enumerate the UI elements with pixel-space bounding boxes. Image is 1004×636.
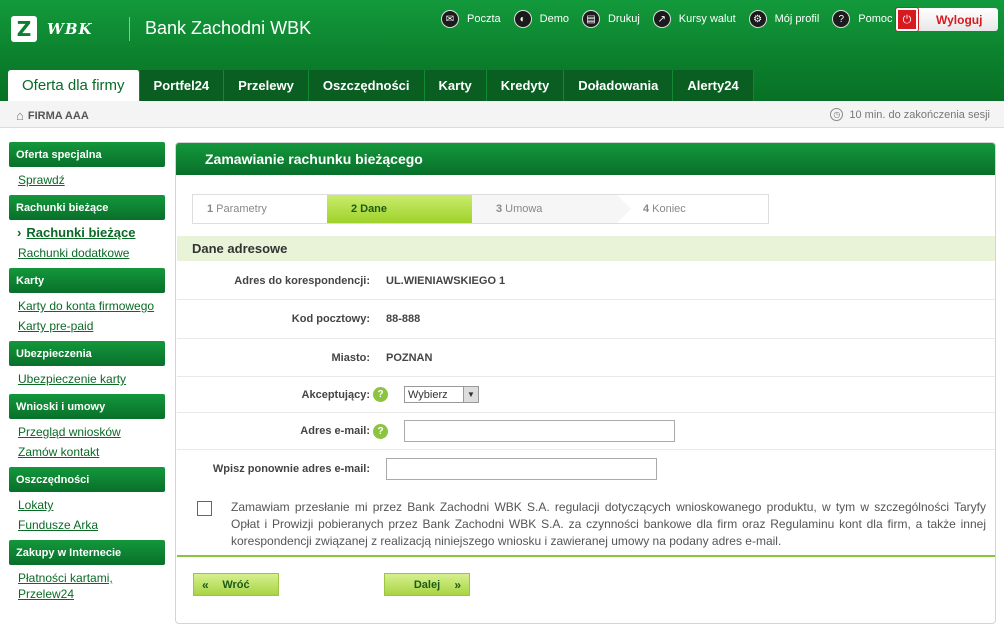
top-link-print[interactable]: ▤ Drukuj — [581, 10, 640, 28]
sidebar-item-karty-pre-paid[interactable]: Karty pre-paid — [18, 318, 165, 334]
email-repeat-label: Wpisz ponownie adres e-mail: — [212, 463, 370, 475]
accepting-label-wrap: Akceptujący: ? — [177, 387, 388, 402]
city-value: POZNAN — [386, 351, 433, 364]
header: Z WBK Bank Zachodni WBK ✉ Poczta ◐ Demo ▤ D… — [0, 0, 1004, 101]
chevron-down-icon: ▼ — [463, 387, 478, 402]
sidebar-item-rachunki-dodatkowe[interactable]: Rachunki dodatkowe — [18, 245, 165, 261]
sidebar-heading: Karty — [9, 268, 165, 293]
sidebar-item-przeglad-wnioskow[interactable]: Przegląd wniosków — [18, 424, 165, 440]
home-icon: ⌂ — [16, 108, 24, 123]
consent-section: Zamawiam przesłanie mi przez Bank Zachod… — [177, 489, 995, 557]
step-parametry: 1 Parametry — [207, 203, 267, 215]
bank-logo-icon[interactable]: Z — [11, 16, 37, 42]
chart-icon: ↗ — [652, 10, 671, 28]
postal-row: Kod pocztowy: 88-888 — [177, 300, 995, 339]
bank-name: Bank Zachodni WBK — [145, 18, 312, 38]
logo-text: WBK — [47, 20, 93, 38]
help-icon[interactable]: ? — [373, 387, 388, 402]
main-panel: Zamawianie rachunku bieżącego 1 Parametry… — [175, 142, 996, 624]
double-chevron-left-icon: « — [202, 577, 209, 592]
accepting-select[interactable]: Wybierz ▼ — [404, 386, 479, 403]
wizard-steps: 1 Parametry 2 Dane 3 Umowa 4 Koniec — [192, 194, 769, 224]
email-label-wrap: Adres e-mail: ? — [177, 423, 388, 439]
consent-checkbox[interactable] — [197, 501, 212, 516]
sidebar-item-sprawdz[interactable]: Sprawdź — [18, 172, 165, 188]
main-tabs: Oferta dla firmy Portfel24 Przelewy Oszc… — [8, 70, 754, 101]
sidebar-item-rachunki-biezace[interactable]: Rachunki bieżące — [18, 225, 165, 241]
section-title: Dane adresowe — [177, 236, 995, 261]
sidebar-heading: Wnioski i umowy — [9, 394, 165, 419]
clock-icon: ◷ — [830, 108, 844, 121]
tab-oferta-dla-firmy[interactable]: Oferta dla firmy — [8, 70, 140, 101]
logout-button[interactable]: ⏻ Wyloguj — [895, 7, 998, 32]
city-label: Miasto: — [331, 351, 371, 364]
email-row: Adres e-mail: ? — [177, 413, 995, 450]
firm-name: ⌂ FIRMA AAA — [16, 108, 89, 123]
top-link-rates[interactable]: ↗ Kursy walut — [652, 10, 736, 28]
tab-oszczednosci[interactable]: Oszczędności — [308, 70, 425, 101]
sidebar-item-platnosci-kartami[interactable]: Płatności kartami, Przelew24 — [18, 570, 165, 602]
sidebar-heading: Zakupy w Internecie — [9, 540, 165, 565]
email-repeat-input[interactable] — [386, 458, 657, 480]
sidebar-item-zamow-kontakt[interactable]: Zamów kontakt — [18, 444, 165, 460]
mail-icon: ✉ — [441, 10, 459, 28]
sidebar-item-karty-do-konta[interactable]: Karty do konta firmowego — [18, 298, 165, 314]
tab-alerty24[interactable]: Alerty24 — [673, 70, 754, 101]
back-button[interactable]: « Wróć — [193, 573, 279, 596]
postal-label: Kod pocztowy: — [291, 313, 370, 325]
top-links: ✉ Poczta ◐ Demo ▤ Drukuj ↗ Kursy walut ⚙ Mój … — [441, 8, 906, 30]
double-chevron-right-icon: » — [454, 577, 461, 592]
page-title: Zamawianie rachunku bieżącego — [176, 143, 995, 175]
subbar: ⌂ FIRMA AAA ◷ 10 min. do zakończenia sesji — [0, 101, 1004, 128]
print-icon: ▤ — [581, 10, 600, 28]
postal-value: 88-888 — [386, 313, 421, 325]
top-link-help[interactable]: ? Pomoc — [832, 10, 893, 28]
session-timer: ◷ 10 min. do zakończenia sesji — [830, 108, 990, 121]
address-row: Adres do korespondencji: UL.WIENIAWSKIEG… — [177, 262, 995, 300]
accepting-row: Akceptujący: ? Wybierz ▼ — [177, 377, 995, 413]
logout-label: Wyloguj — [936, 12, 983, 27]
step-koniec: 4 Koniec — [643, 203, 686, 215]
help-icon: ? — [832, 10, 851, 28]
sidebar-item-fundusze-arka[interactable]: Fundusze Arka — [18, 517, 165, 533]
tab-przelewy[interactable]: Przelewy — [224, 70, 309, 101]
logo-divider — [129, 17, 130, 41]
gear-icon: ⚙ — [748, 10, 767, 28]
email-repeat-row: Wpisz ponownie adres e-mail: — [177, 450, 995, 488]
sidebar-heading: Oszczędności — [9, 467, 165, 492]
consent-text: Zamawiam przesłanie mi przez Bank Zachod… — [231, 500, 986, 548]
sidebar-heading: Oferta specjalna — [9, 142, 165, 167]
sidebar: Oferta specjalna Sprawdź Rachunki bieżąc… — [9, 142, 165, 609]
tab-portfel24[interactable]: Portfel24 — [139, 70, 225, 101]
email-input[interactable] — [404, 420, 675, 442]
power-icon: ⏻ — [895, 7, 919, 32]
tab-karty[interactable]: Karty — [424, 70, 487, 101]
sidebar-heading: Rachunki bieżące — [9, 195, 165, 220]
sidebar-heading: Ubezpieczenia — [9, 341, 165, 366]
sidebar-item-ubezpieczenie-karty[interactable]: Ubezpieczenie karty — [18, 371, 165, 387]
address-value: UL.WIENIAWSKIEGO 1 — [386, 274, 506, 287]
email-label: Adres e-mail: — [300, 425, 370, 437]
address-label: Adres do korespondencji: — [234, 274, 370, 287]
accepting-label: Akceptujący: — [301, 388, 370, 401]
demo-icon: ◐ — [513, 10, 532, 28]
help-icon[interactable]: ? — [373, 423, 388, 439]
sidebar-item-lokaty[interactable]: Lokaty — [18, 497, 165, 513]
tab-kredyty[interactable]: Kredyty — [486, 70, 565, 101]
top-link-demo[interactable]: ◐ Demo — [513, 10, 569, 28]
tab-doladowania[interactable]: Doładowania — [564, 70, 674, 101]
top-link-profile[interactable]: ⚙ Mój profil — [748, 10, 819, 28]
step-umowa: 3 Umowa — [472, 195, 631, 223]
city-row: Miasto: POZNAN — [177, 339, 995, 377]
top-link-mail[interactable]: ✉ Poczta — [441, 10, 501, 28]
step-dane: 2 Dane — [327, 195, 486, 223]
next-button[interactable]: Dalej » — [384, 573, 470, 596]
